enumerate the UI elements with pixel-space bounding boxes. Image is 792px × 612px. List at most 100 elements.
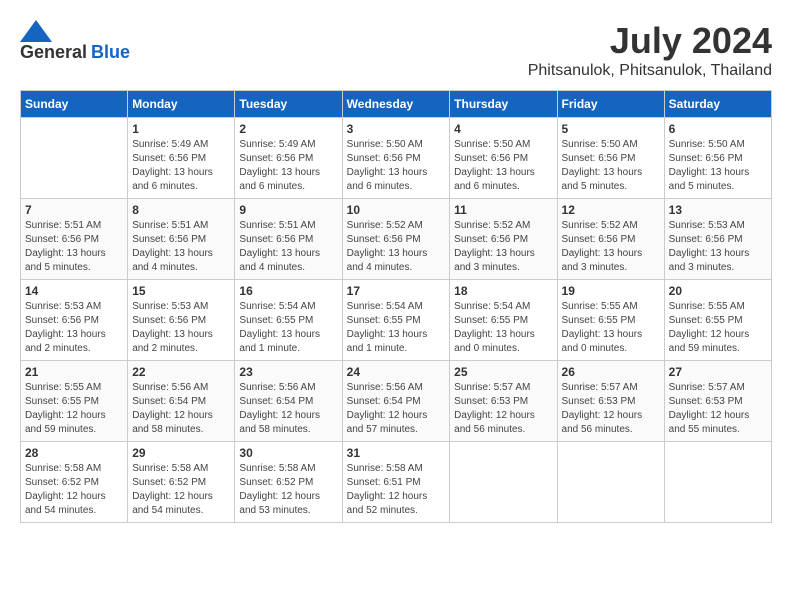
calendar-cell: 21Sunrise: 5:55 AMSunset: 6:55 PMDayligh… [21, 361, 128, 442]
calendar-week-row: 28 Sunrise: 5:58 AMSunset: 6:52 PMDayligh… [21, 442, 772, 523]
day-info: Sunrise: 5:58 AMSunset: 6:51 PMDaylight:… [347, 462, 446, 518]
day-number: 8 [132, 203, 230, 217]
calendar-cell: 14 Sunrise: 5:53 AMSunset: 6:56 PMDayligh… [21, 280, 128, 361]
calendar-cell: 27Sunrise: 5:57 AMSunset: 6:53 PMDayligh… [664, 361, 771, 442]
calendar-cell: 7 Sunrise: 5:51 AMSunset: 6:56 PMDaylight… [21, 199, 128, 280]
logo-blue-text: Blue [91, 42, 130, 63]
day-number: 2 [239, 122, 337, 136]
location-text: Phitsanulok, Phitsanulok, Thailand [528, 62, 772, 80]
day-number: 15 [132, 284, 230, 298]
calendar-week-row: 14 Sunrise: 5:53 AMSunset: 6:56 PMDayligh… [21, 280, 772, 361]
calendar-cell: 31 Sunrise: 5:58 AMSunset: 6:51 PMDayligh… [342, 442, 450, 523]
day-info: Sunrise: 5:55 AMSunset: 6:55 PMDaylight:… [25, 381, 123, 437]
weekday-header-thursday: Thursday [450, 91, 557, 118]
day-number: 11 [454, 203, 552, 217]
day-info: Sunrise: 5:53 AMSunset: 6:56 PMDaylight:… [25, 300, 123, 356]
calendar-cell: 22Sunrise: 5:56 AMSunset: 6:54 PMDayligh… [128, 361, 235, 442]
calendar-cell: 28 Sunrise: 5:58 AMSunset: 6:52 PMDayligh… [21, 442, 128, 523]
calendar-cell: 18Sunrise: 5:54 AMSunset: 6:55 PMDayligh… [450, 280, 557, 361]
weekday-header-sunday: Sunday [21, 91, 128, 118]
day-number: 12 [562, 203, 660, 217]
day-number: 3 [347, 122, 446, 136]
day-info: Sunrise: 5:53 AMSunset: 6:56 PMDaylight:… [132, 300, 230, 356]
logo-icon [20, 20, 52, 42]
day-number: 13 [669, 203, 767, 217]
calendar-cell: 4 Sunrise: 5:50 AMSunset: 6:56 PMDaylight… [450, 118, 557, 199]
day-info: Sunrise: 5:51 AMSunset: 6:56 PMDaylight:… [132, 219, 230, 275]
day-number: 6 [669, 122, 767, 136]
day-info: Sunrise: 5:56 AMSunset: 6:54 PMDaylight:… [132, 381, 230, 437]
day-info: Sunrise: 5:50 AMSunset: 6:56 PMDaylight:… [669, 138, 767, 194]
calendar-cell: 10 Sunrise: 5:52 AMSunset: 6:56 PMDayligh… [342, 199, 450, 280]
day-info: Sunrise: 5:58 AMSunset: 6:52 PMDaylight:… [25, 462, 123, 518]
day-info: Sunrise: 5:52 AMSunset: 6:56 PMDaylight:… [562, 219, 660, 275]
weekday-header-monday: Monday [128, 91, 235, 118]
calendar-cell: 25Sunrise: 5:57 AMSunset: 6:53 PMDayligh… [450, 361, 557, 442]
day-number: 25 [454, 365, 552, 379]
calendar-cell: 24 Sunrise: 5:56 AMSunset: 6:54 PMDayligh… [342, 361, 450, 442]
calendar-week-row: 7 Sunrise: 5:51 AMSunset: 6:56 PMDaylight… [21, 199, 772, 280]
day-info: Sunrise: 5:51 AMSunset: 6:56 PMDaylight:… [25, 219, 123, 275]
calendar-cell: 3Sunrise: 5:50 AMSunset: 6:56 PMDaylight… [342, 118, 450, 199]
calendar-week-row: 1Sunrise: 5:49 AMSunset: 6:56 PMDaylight… [21, 118, 772, 199]
day-number: 18 [454, 284, 552, 298]
day-number: 31 [347, 446, 446, 460]
day-number: 28 [25, 446, 123, 460]
day-number: 30 [239, 446, 337, 460]
day-number: 9 [239, 203, 337, 217]
calendar-cell: 17 Sunrise: 5:54 AMSunset: 6:55 PMDayligh… [342, 280, 450, 361]
calendar-cell: 5 Sunrise: 5:50 AMSunset: 6:56 PMDaylight… [557, 118, 664, 199]
day-number: 4 [454, 122, 552, 136]
day-info: Sunrise: 5:55 AMSunset: 6:55 PMDaylight:… [562, 300, 660, 356]
calendar-cell: 11Sunrise: 5:52 AMSunset: 6:56 PMDayligh… [450, 199, 557, 280]
day-number: 17 [347, 284, 446, 298]
day-info: Sunrise: 5:51 AMSunset: 6:56 PMDaylight:… [239, 219, 337, 275]
calendar-cell: 6 Sunrise: 5:50 AMSunset: 6:56 PMDaylight… [664, 118, 771, 199]
day-number: 19 [562, 284, 660, 298]
calendar-cell: 26 Sunrise: 5:57 AMSunset: 6:53 PMDayligh… [557, 361, 664, 442]
month-year-title: July 2024 [528, 20, 772, 62]
day-info: Sunrise: 5:57 AMSunset: 6:53 PMDaylight:… [669, 381, 767, 437]
day-info: Sunrise: 5:56 AMSunset: 6:54 PMDaylight:… [347, 381, 446, 437]
day-info: Sunrise: 5:55 AMSunset: 6:55 PMDaylight:… [669, 300, 767, 356]
day-info: Sunrise: 5:52 AMSunset: 6:56 PMDaylight:… [347, 219, 446, 275]
calendar-cell: 20 Sunrise: 5:55 AMSunset: 6:55 PMDayligh… [664, 280, 771, 361]
day-info: Sunrise: 5:50 AMSunset: 6:56 PMDaylight:… [454, 138, 552, 194]
day-number: 20 [669, 284, 767, 298]
day-info: Sunrise: 5:57 AMSunset: 6:53 PMDaylight:… [562, 381, 660, 437]
calendar-cell: 1Sunrise: 5:49 AMSunset: 6:56 PMDaylight… [128, 118, 235, 199]
day-info: Sunrise: 5:49 AMSunset: 6:56 PMDaylight:… [132, 138, 230, 194]
day-number: 29 [132, 446, 230, 460]
day-info: Sunrise: 5:50 AMSunset: 6:56 PMDaylight:… [562, 138, 660, 194]
calendar-cell: 9 Sunrise: 5:51 AMSunset: 6:56 PMDaylight… [235, 199, 342, 280]
calendar-week-row: 21Sunrise: 5:55 AMSunset: 6:55 PMDayligh… [21, 361, 772, 442]
day-number: 14 [25, 284, 123, 298]
calendar-cell: 2 Sunrise: 5:49 AMSunset: 6:56 PMDaylight… [235, 118, 342, 199]
title-block: July 2024 Phitsanulok, Phitsanulok, Thai… [528, 20, 772, 80]
day-number: 10 [347, 203, 446, 217]
calendar-cell: 13 Sunrise: 5:53 AMSunset: 6:56 PMDayligh… [664, 199, 771, 280]
weekday-header-friday: Friday [557, 91, 664, 118]
calendar-table: SundayMondayTuesdayWednesdayThursdayFrid… [20, 90, 772, 523]
calendar-cell [450, 442, 557, 523]
page-header: General Blue July 2024 Phitsanulok, Phit… [20, 20, 772, 80]
day-number: 5 [562, 122, 660, 136]
logo: General Blue [20, 20, 130, 63]
day-number: 24 [347, 365, 446, 379]
day-info: Sunrise: 5:56 AMSunset: 6:54 PMDaylight:… [239, 381, 337, 437]
day-number: 23 [239, 365, 337, 379]
day-number: 7 [25, 203, 123, 217]
day-info: Sunrise: 5:49 AMSunset: 6:56 PMDaylight:… [239, 138, 337, 194]
calendar-cell: 30Sunrise: 5:58 AMSunset: 6:52 PMDayligh… [235, 442, 342, 523]
day-number: 26 [562, 365, 660, 379]
calendar-cell: 15 Sunrise: 5:53 AMSunset: 6:56 PMDayligh… [128, 280, 235, 361]
calendar-cell [21, 118, 128, 199]
calendar-cell: 8 Sunrise: 5:51 AMSunset: 6:56 PMDaylight… [128, 199, 235, 280]
calendar-cell: 19 Sunrise: 5:55 AMSunset: 6:55 PMDayligh… [557, 280, 664, 361]
weekday-header-wednesday: Wednesday [342, 91, 450, 118]
calendar-cell [557, 442, 664, 523]
weekday-header-saturday: Saturday [664, 91, 771, 118]
logo-general-text: General [20, 42, 87, 63]
day-info: Sunrise: 5:54 AMSunset: 6:55 PMDaylight:… [347, 300, 446, 356]
day-info: Sunrise: 5:53 AMSunset: 6:56 PMDaylight:… [669, 219, 767, 275]
